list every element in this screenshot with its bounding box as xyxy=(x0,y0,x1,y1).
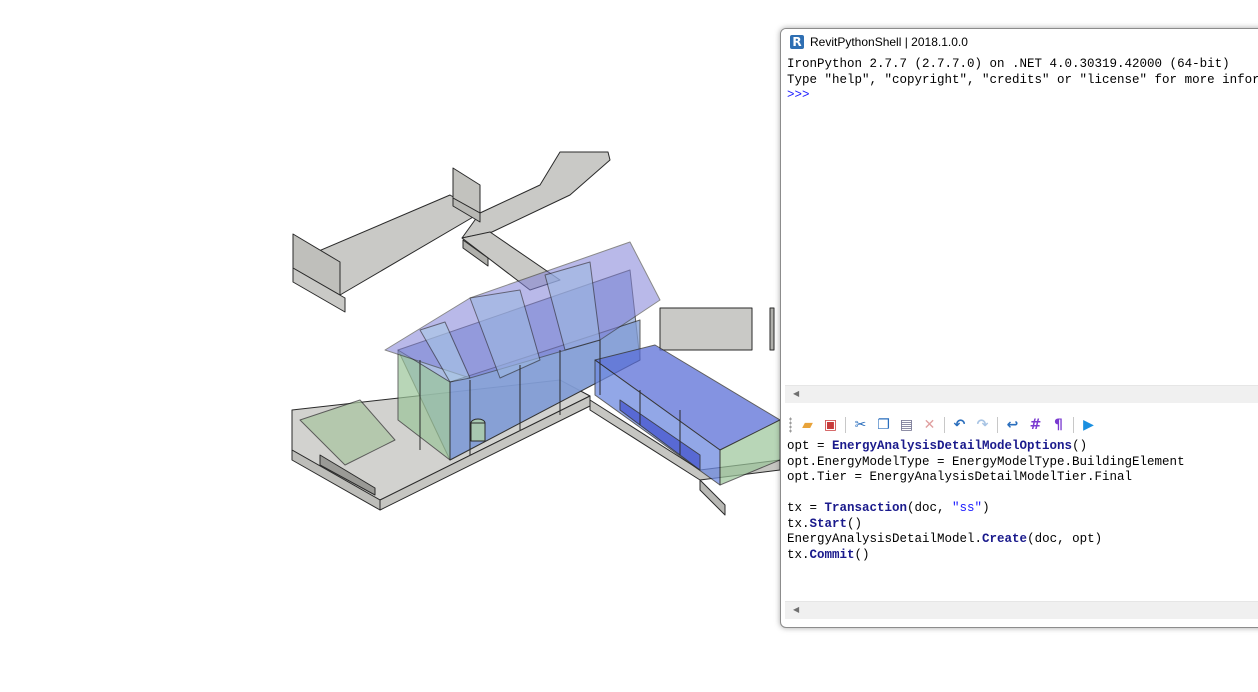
code-line: tx.Start() xyxy=(787,517,1258,533)
toolbar-separator xyxy=(1073,417,1074,433)
copy-icon[interactable]: ❐ xyxy=(875,416,893,434)
console-output[interactable]: IronPython 2.7.7 (2.7.7.0) on .NET 4.0.3… xyxy=(787,57,1258,411)
code-line: opt.Tier = EnergyAnalysisDetailModelTier… xyxy=(787,470,1133,484)
console-prompt[interactable]: >>> xyxy=(787,88,1258,104)
editor-toolbar: ▰ ▣ ✂ ❐ ▤ ✕ ↶ ↷ ↩ # ¶ ▶ xyxy=(787,413,1258,437)
paste-icon[interactable]: ▤ xyxy=(898,416,916,434)
revit-3d-view[interactable] xyxy=(0,0,780,692)
scroll-left-icon[interactable]: ◀ xyxy=(793,605,799,614)
redo-icon[interactable]: ↷ xyxy=(974,416,992,434)
code-keyword: EnergyAnalysisDetailModelOptions xyxy=(832,439,1073,453)
scroll-left-icon[interactable]: ◀ xyxy=(793,389,799,398)
title-bar[interactable]: R RevitPythonShell | 2018.1.0.0 xyxy=(781,29,1258,55)
word-wrap-icon[interactable]: ↩ xyxy=(1004,416,1022,434)
code-text: tx. xyxy=(787,516,810,531)
code-line: opt = EnergyAnalysisDetailModelOptions() xyxy=(787,439,1258,455)
code-text: tx = xyxy=(787,501,825,515)
console-banner-line1: IronPython 2.7.7 (2.7.7.0) on .NET 4.0.3… xyxy=(787,57,1230,71)
code-text: () xyxy=(847,516,863,531)
line-numbers-icon[interactable]: # xyxy=(1027,416,1045,434)
code-text: tx. xyxy=(787,547,810,562)
energy-model-drawing xyxy=(291,151,780,516)
code-editor[interactable]: opt = EnergyAnalysisDetailModelOptions()… xyxy=(787,439,1258,599)
code-line: EnergyAnalysisDetailModel.Create(doc, op… xyxy=(787,532,1258,548)
code-string: "ss" xyxy=(952,501,983,515)
window-title: RevitPythonShell | 2018.1.0.0 xyxy=(810,35,968,49)
toolbar-separator xyxy=(944,417,945,433)
code-text: ) xyxy=(982,501,990,515)
code-line: tx.Commit() xyxy=(787,548,1258,564)
pane-splitter[interactable] xyxy=(781,403,1258,411)
show-whitespace-icon[interactable]: ¶ xyxy=(1050,416,1068,434)
revit-python-shell-window[interactable]: R RevitPythonShell | 2018.1.0.0 IronPyth… xyxy=(780,28,1258,628)
code-text: EnergyAnalysisDetailModel. xyxy=(787,532,983,546)
run-icon[interactable]: ▶ xyxy=(1080,416,1098,434)
save-icon[interactable]: ▣ xyxy=(822,416,840,434)
code-text: () xyxy=(854,547,870,562)
code-text: (doc, xyxy=(907,501,953,515)
code-keyword: Commit xyxy=(809,547,855,562)
code-line: tx = Transaction(doc, "ss") xyxy=(787,501,1258,517)
console-banner-line2: Type "help", "copyright", "credits" or "… xyxy=(787,72,1258,87)
delete-icon[interactable]: ✕ xyxy=(921,416,939,434)
cut-icon[interactable]: ✂ xyxy=(852,416,870,434)
console-horizontal-scrollbar[interactable]: ◀ xyxy=(785,385,1258,403)
code-text: (doc, opt) xyxy=(1027,532,1103,546)
code-text: () xyxy=(1072,439,1088,453)
revit-logo-icon: R xyxy=(790,35,804,49)
code-line: opt.EnergyModelType = EnergyModelType.Bu… xyxy=(787,454,1185,469)
code-keyword: Start xyxy=(809,516,848,531)
open-folder-icon[interactable]: ▰ xyxy=(799,416,817,434)
undo-icon[interactable]: ↶ xyxy=(951,416,969,434)
editor-horizontal-scrollbar[interactable]: ◀ xyxy=(785,601,1258,619)
code-keyword: Create xyxy=(982,532,1028,546)
toolbar-separator xyxy=(997,417,998,433)
code-keyword: Transaction xyxy=(824,501,908,515)
code-text: opt = xyxy=(787,439,833,453)
toolbar-separator xyxy=(845,417,846,433)
toolbar-grip[interactable] xyxy=(789,417,792,433)
